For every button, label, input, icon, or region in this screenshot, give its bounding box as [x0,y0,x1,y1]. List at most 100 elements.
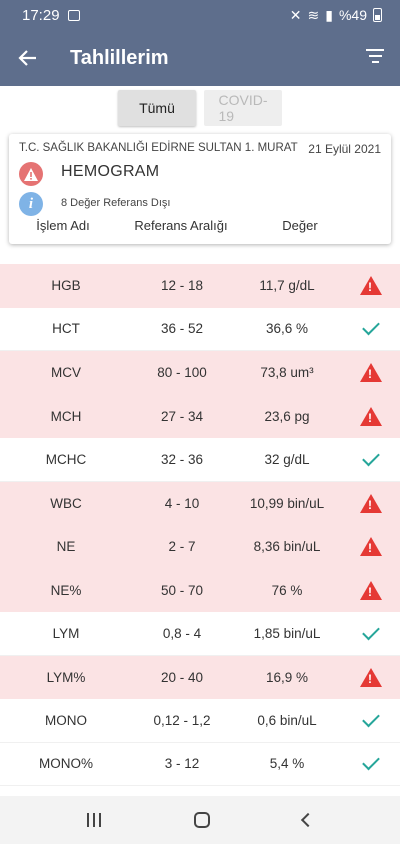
row-range: 4 - 10 [164,495,200,511]
status-bar: 17:29 ✕ ≋ ▮ %49 [0,0,400,30]
row-value: 76 % [271,582,303,598]
test-date: 21 Eylül 2021 [308,142,381,156]
row-test-name: MONO [45,712,87,728]
test-name: HEMOGRAM [61,163,160,180]
warning-triangle-icon [360,580,382,600]
row-status [342,363,400,383]
row-test-name: LYM% [46,669,86,685]
check-icon [362,752,380,771]
row-value: 23,6 pg [264,408,310,424]
row-value: 8,36 bin/uL [253,539,321,555]
battery-icon [373,8,382,22]
row-status [342,317,400,336]
row-status [342,493,400,513]
row-status [342,667,400,687]
row-status [342,406,400,426]
table-row[interactable]: LYM% 20 - 40 16,9 % [0,655,400,699]
row-test-name: MONO% [39,756,93,772]
row-value: 32 g/dL [264,451,310,467]
table-row[interactable]: LYM 0,8 - 4 1,85 bin/uL [0,612,400,656]
row-status [342,622,400,641]
warning-triangle-icon [360,406,382,426]
back-button[interactable] [0,30,56,86]
tab-bar: Tümü COVID-19 [0,90,400,126]
row-test-name: HGB [51,278,81,294]
check-icon [362,709,380,728]
results-table: HGB 12 - 18 11,7 g/dL HCT 36 - 52 36,6 %… [0,264,400,786]
row-range: 0,8 - 4 [162,625,202,641]
row-value: 16,9 % [265,669,309,685]
image-notification-icon [67,9,80,21]
row-status [342,752,400,771]
wifi-icon: ≋ [307,6,320,23]
warning-triangle-icon [360,537,382,557]
out-of-range-note: 8 Değer Referans Dışı [61,197,171,209]
system-back-button[interactable] [301,812,316,828]
row-test-name: MCHC [45,451,87,467]
table-row[interactable]: MCV 80 - 100 73,8 um³ [0,351,400,395]
row-value: 11,7 g/dL [259,278,315,294]
row-test-name: LYM [52,625,80,641]
column-header-value: Değer [282,218,318,233]
row-range: 3 - 12 [164,756,200,772]
tab-all[interactable]: Tümü [118,90,196,126]
hospital-name: T.C. SAĞLIK BAKANLIĞI EDİRNE SULTAN 1. M… [19,142,298,154]
row-range: 12 - 18 [160,278,204,294]
filter-button[interactable] [364,46,386,68]
check-icon [362,622,380,641]
home-button[interactable] [193,812,210,828]
test-summary-card[interactable]: T.C. SAĞLIK BAKANLIĞI EDİRNE SULTAN 1. M… [9,134,391,244]
table-row[interactable]: HGB 12 - 18 11,7 g/dL [0,264,400,308]
row-status [342,537,400,557]
row-value: 1,85 bin/uL [253,625,321,641]
mute-icon: ✕ [289,6,302,23]
tab-covid19[interactable]: COVID-19 [204,90,282,126]
row-status [342,448,400,467]
table-row[interactable]: MCHC 32 - 36 32 g/dL [0,438,400,482]
row-value: 36,6 % [265,321,309,337]
column-header-range: Referans Aralığı [134,218,228,233]
table-row[interactable]: WBC 4 - 10 10,99 bin/uL [0,481,400,525]
warning-triangle-icon [360,276,382,296]
row-status [342,709,400,728]
row-test-name: MCH [50,408,82,424]
row-value: 73,8 um³ [260,365,314,381]
row-test-name: NE [56,539,76,555]
table-row[interactable]: NE 2 - 7 8,36 bin/uL [0,525,400,569]
row-range: 0,12 - 1,2 [153,712,211,728]
row-range: 32 - 36 [160,451,204,467]
row-value: 0,6 bin/uL [257,712,317,728]
table-row[interactable]: MONO% 3 - 12 5,4 % [0,742,400,786]
status-time: 17:29 [22,6,60,24]
recents-button[interactable] [86,813,101,827]
signal-icon: ▮ [325,6,333,23]
filter-icon [364,49,386,63]
row-value: 5,4 % [269,756,305,772]
row-range: 50 - 70 [160,582,204,598]
battery-percent: %49 [338,7,367,23]
arrow-left-icon [18,50,36,66]
check-icon [362,317,380,336]
row-test-name: HCT [52,321,80,337]
table-row[interactable]: MCH 27 - 34 23,6 pg [0,394,400,438]
row-range: 20 - 40 [160,669,204,685]
row-test-name: NE% [50,582,82,598]
system-nav-bar [0,796,400,844]
table-row[interactable]: HCT 36 - 52 36,6 % [0,307,400,351]
table-row[interactable]: MONO 0,12 - 1,2 0,6 bin/uL [0,699,400,743]
warning-triangle-icon [360,363,382,383]
app-bar: Tahlillerim [0,30,400,86]
info-icon: i [19,192,43,216]
row-status [342,580,400,600]
column-header-name: İşlem Adı [36,218,90,233]
table-row[interactable]: NE% 50 - 70 76 % [0,568,400,612]
check-icon [362,448,380,467]
row-value: 10,99 bin/uL [249,495,325,511]
column-headers: İşlem Adı Referans Aralığı Değer [9,218,391,233]
warning-triangle-icon [360,667,382,687]
row-test-name: WBC [50,495,82,511]
warning-triangle-icon [360,493,382,513]
warning-icon [19,162,43,186]
row-range: 27 - 34 [160,408,204,424]
row-status [342,276,400,296]
